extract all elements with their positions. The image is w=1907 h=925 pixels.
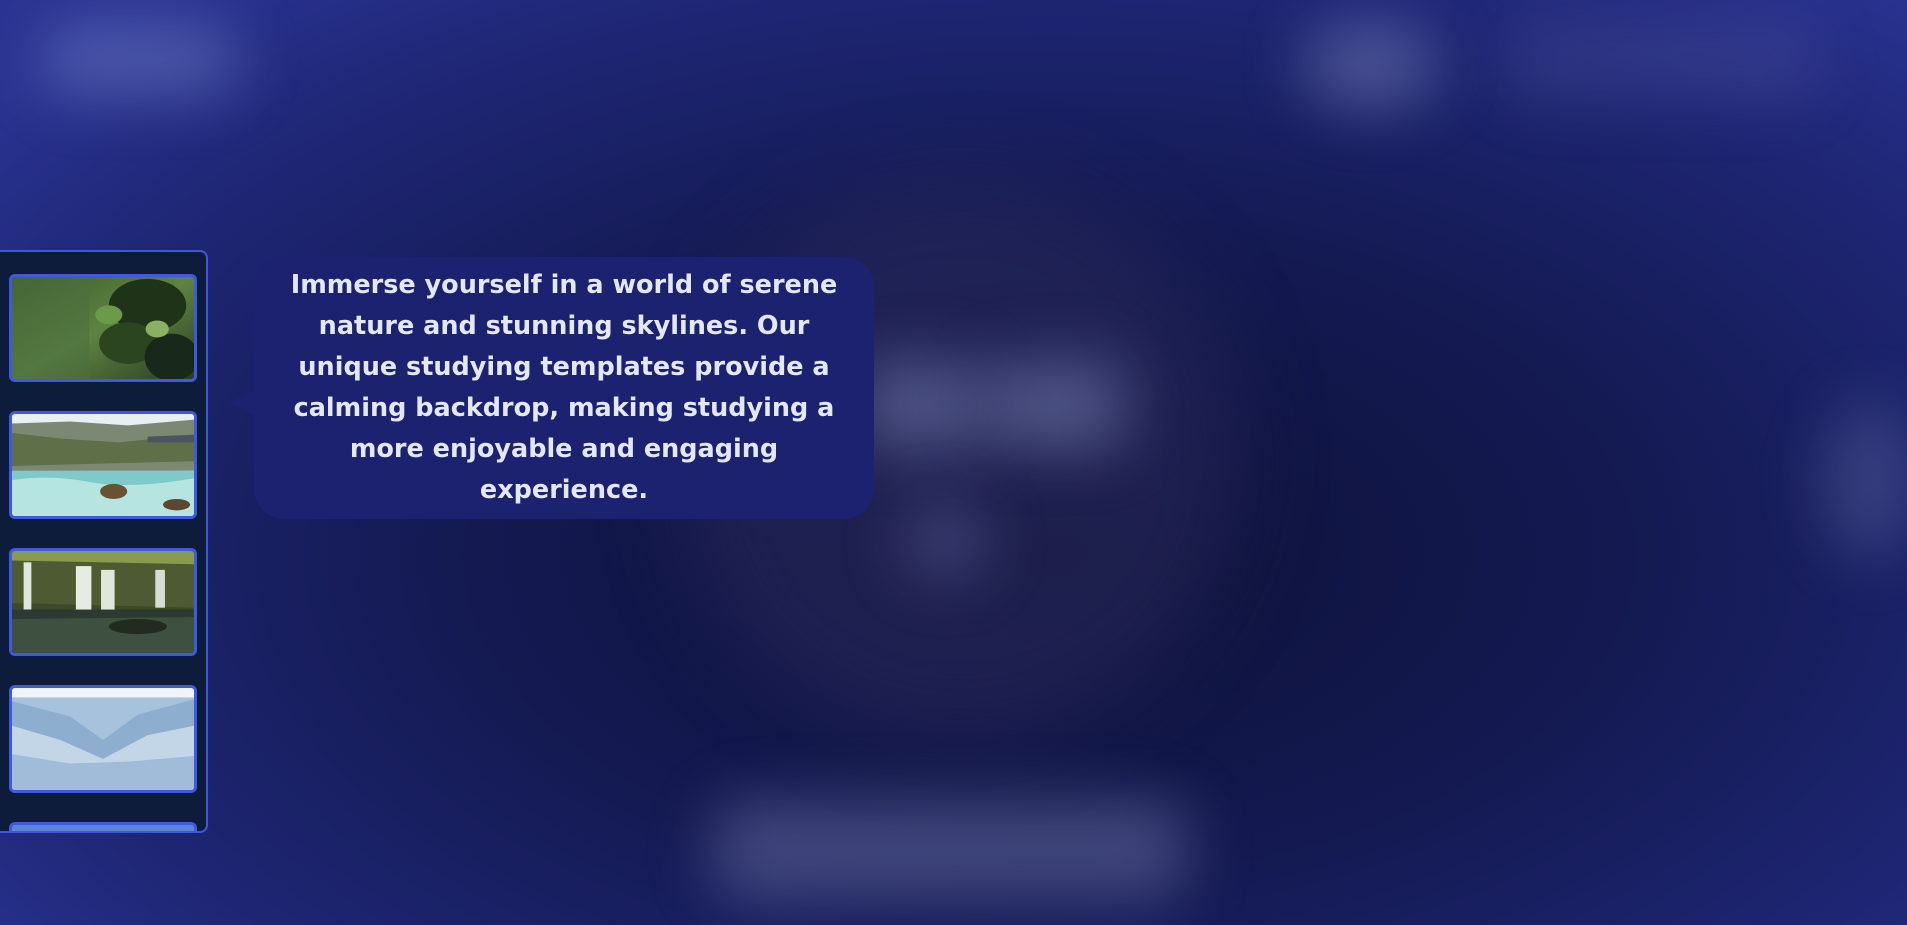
blurred-control-bar xyxy=(710,800,1190,900)
blurred-timer-digits xyxy=(985,360,1125,450)
template-thumbnail-snow[interactable] xyxy=(9,685,197,793)
waterfall-thumbnail xyxy=(12,551,194,653)
snowy-forest-thumbnail xyxy=(12,688,194,790)
blurred-background: Immerse yourself in a world of serene na… xyxy=(0,0,1907,925)
blurred-nav-links xyxy=(1500,20,1820,100)
blurred-logo xyxy=(40,25,240,95)
river-rapids-thumbnail xyxy=(12,414,194,516)
forest-leaves-thumbnail xyxy=(12,277,194,379)
template-thumbnail-river[interactable] xyxy=(9,411,197,519)
blurred-timer-digits xyxy=(860,360,980,450)
blurred-side-element xyxy=(1820,400,1907,560)
tooltip-text: Immerse yourself in a world of serene na… xyxy=(290,270,838,505)
template-info-tooltip: Immerse yourself in a world of serene na… xyxy=(228,257,874,519)
blurred-timer-label xyxy=(900,500,990,580)
template-thumbnail-waterfall[interactable] xyxy=(9,548,197,656)
template-thumbnail-panel[interactable] xyxy=(0,250,208,833)
template-thumbnail-forest[interactable] xyxy=(9,274,197,382)
template-thumbnail-partial[interactable] xyxy=(9,822,197,831)
blurred-nav-item xyxy=(1300,20,1440,110)
